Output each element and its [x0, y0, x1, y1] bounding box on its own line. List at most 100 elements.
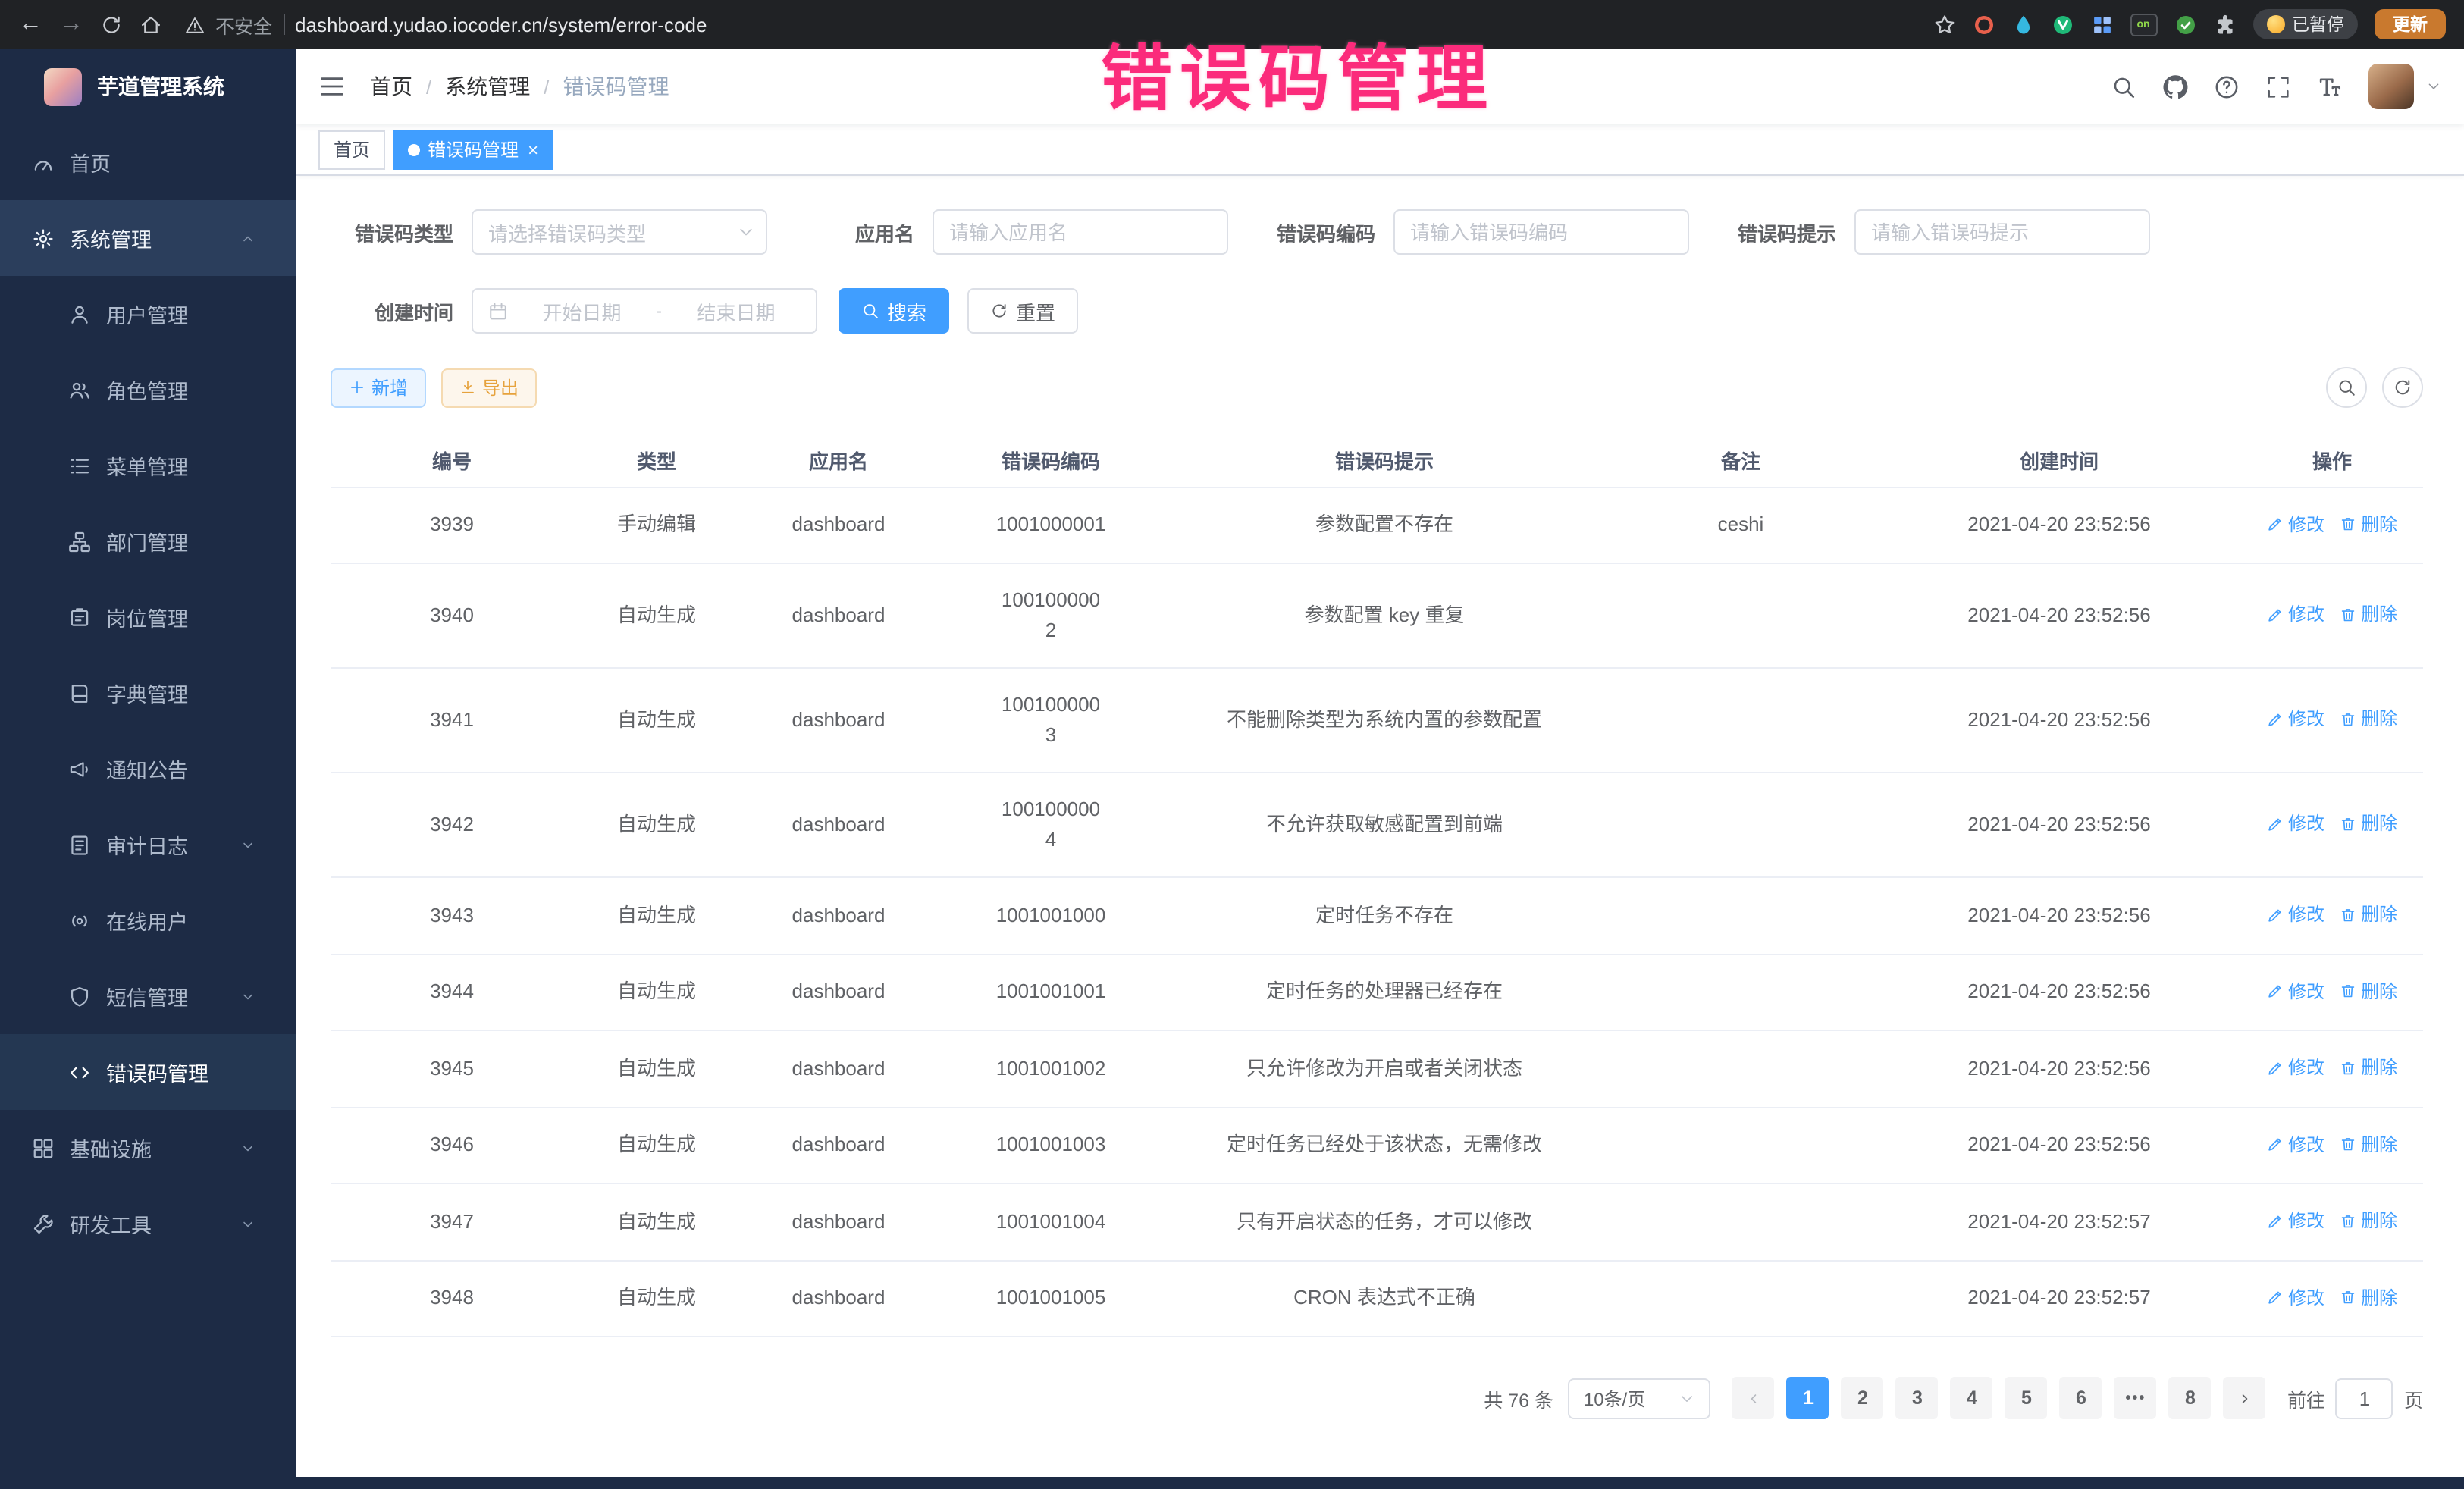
- extension-icon-green[interactable]: [2174, 13, 2196, 36]
- cell-type: 自动生成: [573, 1183, 740, 1260]
- edit-link[interactable]: 修改: [2267, 1052, 2324, 1083]
- sidebar-item-menu[interactable]: 菜单管理: [0, 428, 296, 503]
- browser-update-button[interactable]: 更新: [2375, 9, 2446, 39]
- sidebar-item-sms[interactable]: 短信管理: [0, 958, 296, 1034]
- tab-label: 首页: [334, 136, 370, 162]
- table-row: 3941自动生成dashboard100100000 3不能删除类型为系统内置的…: [331, 668, 2423, 773]
- browser-back-icon[interactable]: ←: [18, 12, 42, 36]
- page-button-5[interactable]: 5: [2005, 1377, 2048, 1419]
- sidebar-item-dev-tools[interactable]: 研发工具: [0, 1186, 296, 1262]
- add-button[interactable]: 新增: [331, 368, 426, 407]
- breadcrumb-system[interactable]: 系统管理: [445, 71, 530, 102]
- tab-home[interactable]: 首页: [318, 130, 385, 169]
- page-button-4[interactable]: 4: [1951, 1377, 1993, 1419]
- refresh-table-button[interactable]: [2382, 367, 2423, 408]
- cell-remark: [1604, 668, 1877, 773]
- goto-page-input[interactable]: [2336, 1378, 2393, 1418]
- page-button-6[interactable]: 6: [2060, 1377, 2102, 1419]
- close-tab-icon[interactable]: ×: [528, 139, 538, 160]
- browser-refresh-icon[interactable]: [100, 13, 123, 36]
- edit-link[interactable]: 修改: [2267, 1205, 2324, 1236]
- extension-icon-green-check[interactable]: [2051, 13, 2074, 36]
- avatar[interactable]: [2368, 64, 2414, 109]
- browser-home-icon[interactable]: [140, 13, 162, 36]
- github-icon[interactable]: [2162, 74, 2188, 99]
- chevron-down-icon[interactable]: [2426, 79, 2441, 94]
- sidebar-item-online-user[interactable]: 在线用户: [0, 882, 296, 958]
- sidebar-item-dept[interactable]: 部门管理: [0, 503, 296, 579]
- sidebar-item-system[interactable]: 系统管理: [0, 200, 296, 276]
- cell-actions: 修改删除: [2241, 1030, 2423, 1107]
- cell-app: dashboard: [740, 668, 937, 773]
- page-buttons: 123456 ••• 8: [1732, 1377, 2266, 1419]
- app-logo[interactable]: 芋道管理系统: [0, 49, 296, 124]
- delete-link[interactable]: 删除: [2340, 1129, 2397, 1159]
- help-icon[interactable]: [2214, 74, 2240, 99]
- sidebar-item-user[interactable]: 用户管理: [0, 276, 296, 352]
- delete-link[interactable]: 删除: [2340, 1205, 2397, 1236]
- browser-forward-icon[interactable]: →: [59, 12, 83, 36]
- sidebar-item-notice[interactable]: 通知公告: [0, 731, 296, 807]
- delete-link[interactable]: 删除: [2340, 704, 2397, 735]
- breadcrumb-home[interactable]: 首页: [370, 71, 412, 102]
- error-type-select[interactable]: 请选择错误码类型: [472, 209, 767, 255]
- page-button-2[interactable]: 2: [1842, 1377, 1884, 1419]
- page-ellipsis[interactable]: •••: [2114, 1377, 2157, 1419]
- delete-link[interactable]: 删除: [2340, 899, 2397, 929]
- cell-type: 自动生成: [573, 773, 740, 877]
- delete-link[interactable]: 删除: [2340, 1052, 2397, 1083]
- paused-badge[interactable]: 已暂停: [2252, 9, 2358, 39]
- date-range-picker[interactable]: 开始日期 - 结束日期: [472, 288, 817, 334]
- extension-icon-on-badge[interactable]: on: [2130, 13, 2157, 36]
- delete-link[interactable]: 删除: [2340, 600, 2397, 630]
- error-type-label: 错误码类型: [331, 218, 472, 246]
- cell-remark: [1604, 1107, 1877, 1183]
- delete-link[interactable]: 删除: [2340, 809, 2397, 839]
- page-button-8[interactable]: 8: [2169, 1377, 2212, 1419]
- edit-link[interactable]: 修改: [2267, 600, 2324, 630]
- delete-link[interactable]: 删除: [2340, 1282, 2397, 1312]
- extension-icon-red[interactable]: [1972, 13, 1995, 36]
- extensions-puzzle-icon[interactable]: [2213, 13, 2236, 36]
- error-code-input[interactable]: [1410, 221, 1672, 243]
- trash-icon: [2340, 1059, 2356, 1076]
- font-size-icon[interactable]: [2317, 74, 2343, 99]
- page-button-1[interactable]: 1: [1787, 1377, 1829, 1419]
- edit-link[interactable]: 修改: [2267, 899, 2324, 929]
- delete-link[interactable]: 删除: [2340, 509, 2397, 539]
- edit-link[interactable]: 修改: [2267, 704, 2324, 735]
- delete-link[interactable]: 删除: [2340, 976, 2397, 1006]
- sidebar-item-audit-log[interactable]: 审计日志: [0, 807, 296, 882]
- edit-link[interactable]: 修改: [2267, 1129, 2324, 1159]
- page-size-select[interactable]: 10条/页: [1569, 1378, 1711, 1418]
- sidebar-item-post[interactable]: 岗位管理: [0, 579, 296, 655]
- tab-error-code[interactable]: 错误码管理×: [393, 130, 553, 169]
- search-icon[interactable]: [2111, 74, 2136, 99]
- edit-link[interactable]: 修改: [2267, 1282, 2324, 1312]
- prev-page-button[interactable]: [1732, 1377, 1775, 1419]
- next-page-button[interactable]: [2224, 1377, 2266, 1419]
- sidebar-item-error-code[interactable]: 错误码管理: [0, 1034, 296, 1110]
- error-hint-input[interactable]: [1871, 221, 2133, 243]
- page-button-3[interactable]: 3: [1896, 1377, 1939, 1419]
- app-name-input[interactable]: [949, 221, 1212, 243]
- bookmark-star-icon[interactable]: [1933, 13, 1955, 36]
- edit-link[interactable]: 修改: [2267, 809, 2324, 839]
- export-button[interactable]: 导出: [441, 368, 537, 407]
- sidebar-item-infra[interactable]: 基础设施: [0, 1110, 296, 1186]
- extension-icon-blue-grid[interactable]: [2090, 13, 2113, 36]
- sidebar-item-dict[interactable]: 字典管理: [0, 655, 296, 731]
- address-bar[interactable]: 不安全 dashboard.yudao.iocoder.cn/system/er…: [185, 10, 1916, 39]
- sidebar-collapse-button[interactable]: [318, 73, 346, 100]
- fullscreen-icon[interactable]: [2265, 74, 2291, 99]
- edit-link[interactable]: 修改: [2267, 976, 2324, 1006]
- edit-link[interactable]: 修改: [2267, 509, 2324, 539]
- extension-icon-drop[interactable]: [2011, 13, 2034, 36]
- sidebar-item-role[interactable]: 角色管理: [0, 352, 296, 428]
- sidebar-item-label: 岗位管理: [106, 602, 188, 632]
- reset-button[interactable]: 重置: [967, 288, 1078, 334]
- screen: 错误码管理 ← → 不安全 dashboard.yudao.iocoder.cn…: [0, 0, 2464, 1489]
- sidebar-item-home[interactable]: 首页: [0, 124, 296, 200]
- toggle-search-button[interactable]: [2326, 367, 2367, 408]
- search-button[interactable]: 搜索: [839, 288, 949, 334]
